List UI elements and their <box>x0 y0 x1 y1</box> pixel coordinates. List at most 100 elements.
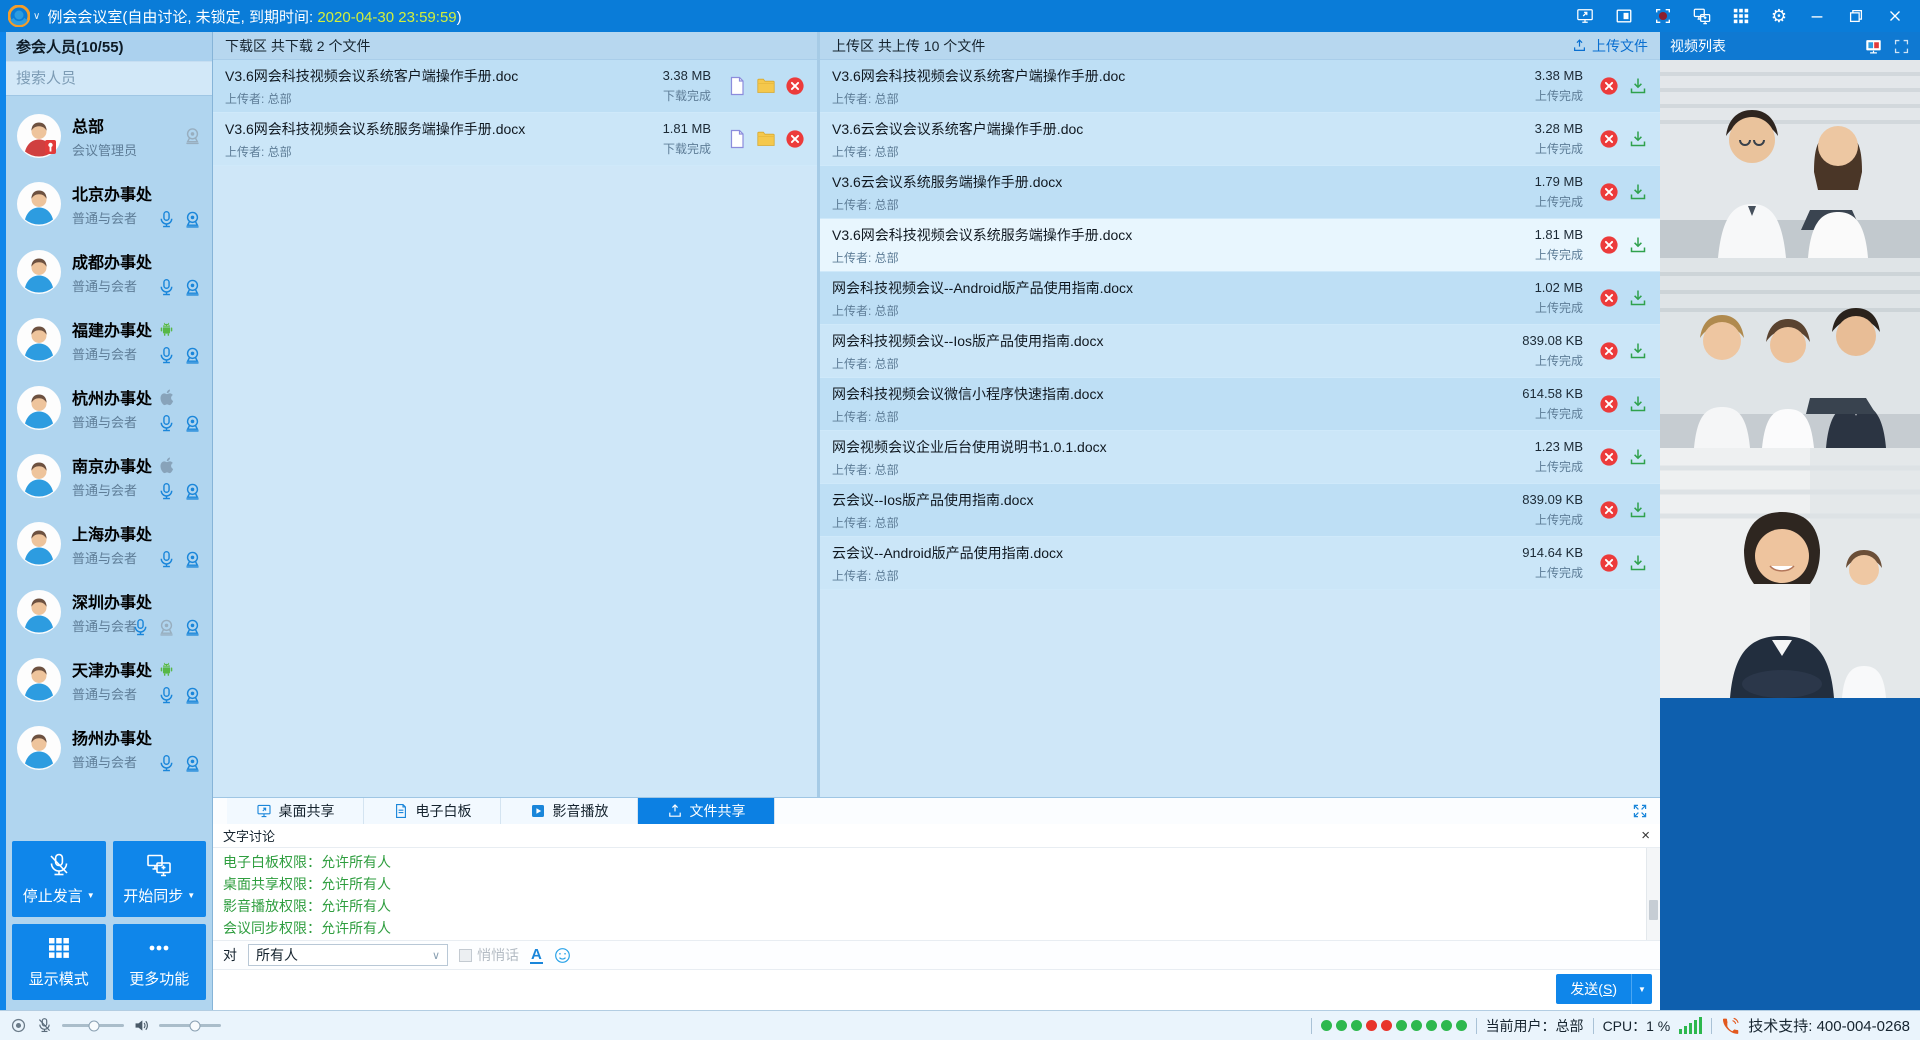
mic-icon[interactable] <box>157 550 176 569</box>
file-icon[interactable] <box>727 76 747 96</box>
recipient-select[interactable]: 所有人∨ <box>248 944 448 966</box>
mic-icon[interactable] <box>157 210 176 229</box>
delete-icon[interactable] <box>1599 553 1619 573</box>
download-icon[interactable] <box>1628 182 1648 202</box>
delete-icon[interactable] <box>1599 182 1619 202</box>
video-expand-icon[interactable] <box>1893 38 1910 55</box>
camera-grey-icon[interactable] <box>183 127 202 146</box>
camera-grey-icon[interactable] <box>157 618 176 637</box>
download-icon[interactable] <box>1628 288 1648 308</box>
maximize-icon[interactable] <box>1847 7 1865 25</box>
file-row[interactable]: V3.6网会科技视频会议系统服务端操作手册.docx上传者: 总部1.81 MB… <box>213 113 817 166</box>
mic-icon[interactable] <box>157 686 176 705</box>
meeting-menu-chevron-icon[interactable]: ∨ <box>33 11 40 22</box>
file-row[interactable]: 网会科技视频会议--Android版产品使用指南.docx上传者: 总部1.02… <box>820 272 1660 325</box>
file-row[interactable]: V3.6网会科技视频会议系统服务端操作手册.docx上传者: 总部1.81 MB… <box>820 219 1660 272</box>
slider-knob[interactable] <box>89 1020 100 1031</box>
chat-scrollbar[interactable] <box>1646 848 1660 940</box>
camera-icon[interactable] <box>183 550 202 569</box>
video-thumbnail[interactable] <box>1660 60 1920 258</box>
video-thumbnail[interactable] <box>1660 448 1920 698</box>
mic-volume-slider[interactable] <box>62 1024 124 1027</box>
participant-row[interactable]: 杭州办事处普通与会者 <box>6 374 212 442</box>
participant-row[interactable]: 成都办事处普通与会者 <box>6 238 212 306</box>
download-icon[interactable] <box>1628 235 1648 255</box>
participant-row[interactable]: 扬州办事处普通与会者 <box>6 714 212 782</box>
whisper-checkbox[interactable]: 悄悄话 <box>459 945 519 965</box>
minimize-icon[interactable] <box>1808 7 1826 25</box>
file-row[interactable]: V3.6网会科技视频会议系统客户端操作手册.doc上传者: 总部3.38 MB下… <box>213 60 817 113</box>
delete-icon[interactable] <box>785 129 805 149</box>
camera-icon[interactable] <box>183 754 202 773</box>
tab-desktop-share[interactable]: 桌面共享 <box>227 798 364 824</box>
stop-speaking-button[interactable]: 停止发言▼ <box>12 841 106 917</box>
window-layout-icon[interactable] <box>1615 7 1633 25</box>
participant-row[interactable]: 福建办事处普通与会者 <box>6 306 212 374</box>
open-folder-icon[interactable] <box>756 129 776 149</box>
screen-sync-icon[interactable] <box>1693 7 1711 25</box>
file-row[interactable]: 网会科技视频会议微信小程序快速指南.docx上传者: 总部614.58 KB上传… <box>820 378 1660 431</box>
settings-icon[interactable]: ⚙ <box>1771 7 1787 25</box>
file-row[interactable]: 云会议--Ios版产品使用指南.docx上传者: 总部839.09 KB上传完成 <box>820 484 1660 537</box>
camera-icon[interactable] <box>183 686 202 705</box>
download-icon[interactable] <box>1628 341 1648 361</box>
participant-search[interactable] <box>6 62 212 96</box>
tab-media-play[interactable]: 影音播放 <box>501 798 638 824</box>
screen-layout-icon[interactable] <box>1865 38 1882 55</box>
participant-row[interactable]: 南京办事处普通与会者 <box>6 442 212 510</box>
send-button[interactable]: 发送(S) ▼ <box>1556 974 1652 1004</box>
slider-knob[interactable] <box>189 1020 200 1031</box>
scrollbar-thumb[interactable] <box>1649 900 1658 920</box>
delete-icon[interactable] <box>1599 394 1619 414</box>
camera-icon[interactable] <box>183 482 202 501</box>
file-row[interactable]: V3.6云会议系统服务端操作手册.docx上传者: 总部1.79 MB上传完成 <box>820 166 1660 219</box>
video-thumbnail[interactable] <box>1660 258 1920 448</box>
search-input[interactable] <box>16 70 215 87</box>
participant-row[interactable]: 天津办事处普通与会者 <box>6 646 212 714</box>
mic-icon[interactable] <box>157 482 176 501</box>
expand-panel-icon[interactable] <box>1632 803 1648 819</box>
camera-icon[interactable] <box>183 346 202 365</box>
camera-icon[interactable] <box>183 414 202 433</box>
mic-icon[interactable] <box>157 754 176 773</box>
delete-icon[interactable] <box>1599 500 1619 520</box>
upload-file-button[interactable]: 上传文件 <box>1572 36 1648 56</box>
open-folder-icon[interactable] <box>756 76 776 96</box>
participant-row[interactable]: 北京办事处普通与会者 <box>6 170 212 238</box>
record-dot-icon[interactable] <box>10 1017 27 1034</box>
file-row[interactable]: 云会议--Android版产品使用指南.docx上传者: 总部914.64 KB… <box>820 537 1660 590</box>
delete-icon[interactable] <box>1599 129 1619 149</box>
display-mode-button[interactable]: 显示模式▼ <box>12 924 106 1000</box>
camera-icon[interactable] <box>183 210 202 229</box>
delete-icon[interactable] <box>1599 447 1619 467</box>
download-icon[interactable] <box>1628 76 1648 96</box>
download-icon[interactable] <box>1628 553 1648 573</box>
file-icon[interactable] <box>727 129 747 149</box>
tab-file-share[interactable]: 文件共享 <box>638 798 775 824</box>
file-row[interactable]: 网会视频会议企业后台使用说明书1.0.1.docx上传者: 总部1.23 MB上… <box>820 431 1660 484</box>
camera-icon[interactable] <box>183 278 202 297</box>
checkbox-icon[interactable] <box>459 949 472 962</box>
participant-row[interactable]: 深圳办事处普通与会者 <box>6 578 212 646</box>
close-icon[interactable] <box>1886 7 1904 25</box>
mic-muted-icon[interactable] <box>36 1017 53 1034</box>
mic-icon[interactable] <box>157 278 176 297</box>
file-row[interactable]: V3.6云会议会议系统客户端操作手册.doc上传者: 总部3.28 MB上传完成 <box>820 113 1660 166</box>
participant-row[interactable]: 总部会议管理员 <box>6 102 212 170</box>
mic-icon[interactable] <box>131 618 150 637</box>
font-icon[interactable]: A <box>530 947 543 964</box>
download-icon[interactable] <box>1628 129 1648 149</box>
emoji-icon[interactable] <box>554 947 571 964</box>
mic-icon[interactable] <box>157 346 176 365</box>
chat-close-icon[interactable]: × <box>1641 828 1650 843</box>
send-options-icon[interactable]: ▼ <box>1631 974 1652 1004</box>
delete-icon[interactable] <box>1599 288 1619 308</box>
chat-input-area[interactable]: 发送(S) ▼ <box>213 970 1660 1010</box>
download-icon[interactable] <box>1628 394 1648 414</box>
download-icon[interactable] <box>1628 447 1648 467</box>
file-row[interactable]: V3.6网会科技视频会议系统客户端操作手册.doc上传者: 总部3.38 MB上… <box>820 60 1660 113</box>
delete-icon[interactable] <box>1599 76 1619 96</box>
delete-icon[interactable] <box>1599 341 1619 361</box>
start-sync-button[interactable]: 开始同步▼ <box>113 841 207 917</box>
app-grid-icon[interactable] <box>1732 7 1750 25</box>
